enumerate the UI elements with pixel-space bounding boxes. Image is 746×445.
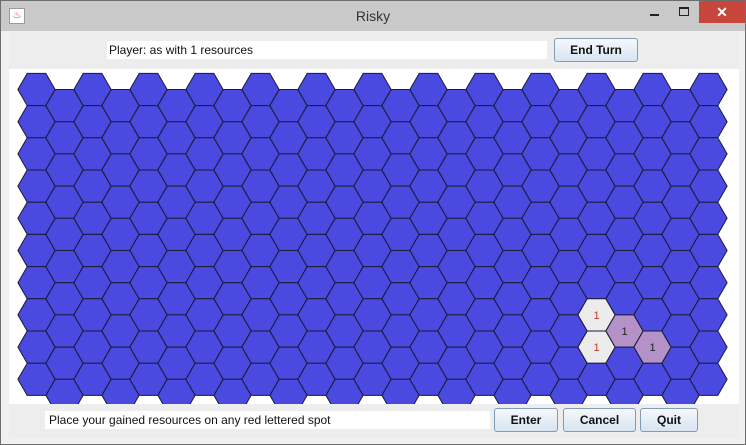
hex-cell-label: 1 xyxy=(649,342,655,354)
content-pane: Player: as with 1 resources End Turn 111… xyxy=(9,31,739,438)
maximize-icon[interactable] xyxy=(670,1,698,23)
close-icon[interactable]: ✕ xyxy=(699,1,745,23)
instruction-field: Place your gained resources on any red l… xyxy=(45,411,490,429)
window-title: Risky xyxy=(355,8,391,24)
end-turn-button[interactable]: End Turn xyxy=(554,38,638,62)
hex-cell-label: 1 xyxy=(621,326,627,338)
minimize-icon[interactable] xyxy=(641,1,669,23)
cancel-button[interactable]: Cancel xyxy=(563,408,636,432)
enter-button[interactable]: Enter xyxy=(494,408,558,432)
hex-cell-label: 1 xyxy=(593,310,599,322)
hex-board[interactable]: 1 1 1 1 xyxy=(9,69,739,404)
hex-grid[interactable]: 1 1 1 1 xyxy=(9,69,739,404)
hex-cell-label: 1 xyxy=(593,342,599,354)
window: ♨ Risky ✕ Player: as with 1 resources En… xyxy=(0,0,746,445)
title-bar: ♨ Risky ✕ xyxy=(1,1,745,31)
player-status-field: Player: as with 1 resources xyxy=(107,41,547,59)
quit-button[interactable]: Quit xyxy=(640,408,698,432)
